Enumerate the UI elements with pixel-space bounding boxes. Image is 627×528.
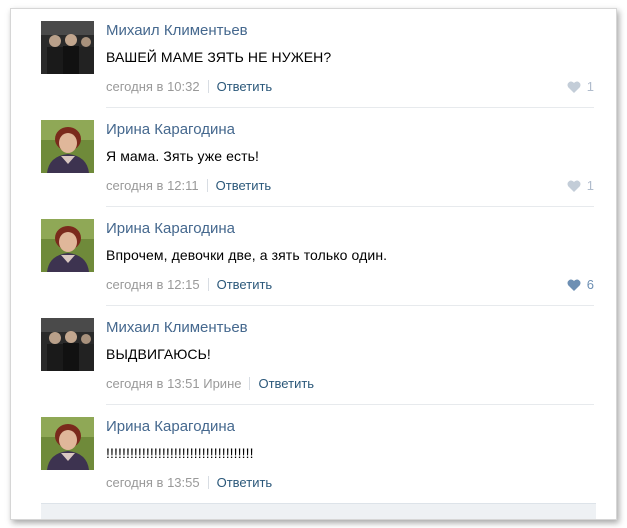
comment-timestamp[interactable]: сегодня в 13:55 xyxy=(106,475,200,490)
reply-link[interactable]: Ответить xyxy=(217,475,273,490)
comment-meta: сегодня в 12:11 Ответить xyxy=(106,178,271,193)
comment-author[interactable]: Ирина Карагодина xyxy=(106,121,235,138)
comment-text: !!!!!!!!!!!!!!!!!!!!!!!!!!!!!!!!!!!!! xyxy=(106,445,254,461)
reply-link[interactable]: Ответить xyxy=(258,376,314,391)
avatar[interactable] xyxy=(41,21,94,74)
reply-recipient-link[interactable]: Ирине xyxy=(203,376,241,391)
like-count: 6 xyxy=(586,277,594,292)
like-button[interactable]: 1 xyxy=(567,178,594,195)
like-count: 1 xyxy=(586,79,594,94)
heart-icon xyxy=(567,180,581,195)
comment-meta: сегодня в 10:32 Ответить xyxy=(106,79,272,94)
heart-icon xyxy=(567,81,581,96)
comment-meta: сегодня в 12:15 Ответить xyxy=(106,277,272,292)
comment-item: Ирина Карагодина Я мама. Зять уже есть! … xyxy=(11,108,616,207)
comment-meta: сегодня в 13:51 Ирине Ответить xyxy=(106,376,314,391)
meta-separator xyxy=(207,278,209,291)
avatar[interactable] xyxy=(41,318,94,371)
heart-icon xyxy=(567,279,581,294)
comment-author[interactable]: Ирина Карагодина xyxy=(106,220,235,237)
like-count: 1 xyxy=(586,178,594,193)
comment-author[interactable]: Михаил Климентьев xyxy=(106,22,248,39)
avatar[interactable] xyxy=(41,417,94,470)
comment-item: Михаил Климентьев ВАШЕЙ МАМЕ ЗЯТЬ НЕ НУЖ… xyxy=(11,9,616,108)
meta-separator xyxy=(249,377,251,390)
like-button[interactable]: 6 xyxy=(567,277,594,294)
like-button[interactable]: 1 xyxy=(567,79,594,96)
comment-meta: сегодня в 13:55 Ответить xyxy=(106,475,272,490)
avatar[interactable] xyxy=(41,219,94,272)
comment-text: ВЫДВИГАЮСЬ! xyxy=(106,346,211,362)
comment-author[interactable]: Ирина Карагодина xyxy=(106,418,235,435)
comment-composer[interactable] xyxy=(41,503,596,519)
comment-item: Михаил Климентьев ВЫДВИГАЮСЬ! сегодня в … xyxy=(11,306,616,405)
comment-timestamp[interactable]: сегодня в 10:32 xyxy=(106,79,200,94)
reply-link[interactable]: Ответить xyxy=(217,79,273,94)
comment-text: ВАШЕЙ МАМЕ ЗЯТЬ НЕ НУЖЕН? xyxy=(106,49,332,65)
meta-separator xyxy=(207,476,209,489)
comment-item: Ирина Карагодина Впрочем, девочки две, а… xyxy=(11,207,616,306)
comment-author[interactable]: Михаил Климентьев xyxy=(106,319,248,336)
comment-timestamp[interactable]: сегодня в 12:11 xyxy=(106,178,199,193)
avatar[interactable] xyxy=(41,120,94,173)
meta-separator xyxy=(207,80,209,93)
comment-text: Я мама. Зять уже есть! xyxy=(106,148,260,164)
meta-separator xyxy=(206,179,208,192)
comment-text: Впрочем, девочки две, а зять только один… xyxy=(106,247,388,263)
comment-timestamp[interactable]: сегодня в 13:51 xyxy=(106,376,200,391)
reply-link[interactable]: Ответить xyxy=(217,277,273,292)
comments-panel: Михаил Климентьев ВАШЕЙ МАМЕ ЗЯТЬ НЕ НУЖ… xyxy=(10,8,617,520)
comment-item: Ирина Карагодина !!!!!!!!!!!!!!!!!!!!!!!… xyxy=(11,405,616,504)
reply-link[interactable]: Ответить xyxy=(216,178,272,193)
comment-timestamp[interactable]: сегодня в 12:15 xyxy=(106,277,200,292)
